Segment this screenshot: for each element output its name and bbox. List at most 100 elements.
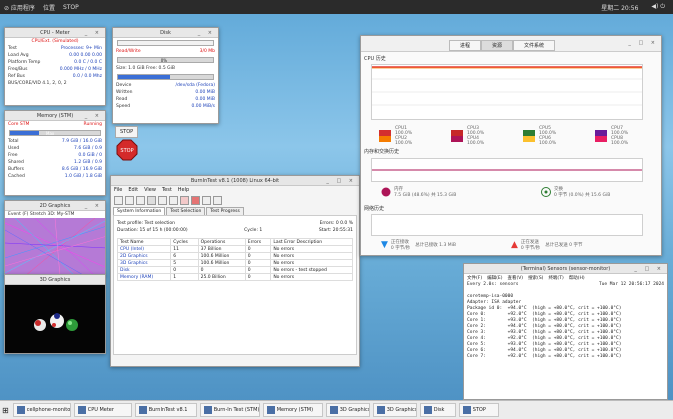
table-cell: 100.6 Million — [197, 252, 246, 260]
cpu-meter-row-value: 0.000 MHz / 0 MHz — [59, 67, 102, 72]
disk-row-key: Read — [116, 97, 128, 102]
taskbar-label: Burn-In Test (STM) — [213, 407, 260, 413]
terminal-menu-item[interactable]: 终端(T) — [548, 275, 563, 281]
cpu-history-title: CPU 历史 — [364, 56, 386, 62]
status-left: Test profile: Test selection — [117, 221, 175, 226]
table-cell: No errors — [270, 245, 353, 253]
taskbar-label: 3D Graphics — [339, 407, 370, 413]
window-controls[interactable]: _ × — [85, 28, 102, 38]
menu-item-edit[interactable]: Edit — [128, 187, 138, 193]
memory-row-key: Free — [8, 153, 18, 158]
help-icon[interactable] — [202, 196, 211, 205]
column-header[interactable]: Cycles — [170, 238, 199, 246]
cpu-color-swatch[interactable] — [523, 136, 535, 142]
terminal-menu-item[interactable]: 编辑(E) — [487, 275, 502, 281]
tab-test-selection[interactable]: Test Selection — [166, 207, 206, 215]
clock[interactable]: 星期二 20:56 — [601, 3, 638, 12]
window-controls[interactable]: _ × — [85, 111, 102, 121]
sysmon-tab[interactable]: 资源 — [481, 40, 514, 51]
table-row[interactable]: Disk 0 0 0 No errors - test stopped — [116, 266, 353, 274]
menu-item-help[interactable]: Help — [178, 187, 189, 193]
disk-select-bar[interactable] — [117, 40, 214, 46]
cpu-meter-row-value: 0.0 C / 0.0 C — [74, 60, 102, 65]
new-icon[interactable] — [114, 196, 123, 205]
taskbar-item[interactable]: Burn-In Test (STM) — [199, 403, 260, 417]
show-desktop-icon[interactable]: ⊞ — [2, 406, 9, 415]
swap-legend: 交换 0 字节 (0.0%) 共 15.6 GiB — [541, 186, 610, 198]
cpu-color-swatch[interactable] — [595, 136, 607, 142]
sending-legend: ▲ 正在发送 0 字节/秒 总计已发送 0 字节 — [511, 239, 582, 251]
tab-test-progress[interactable]: Test Progress — [206, 207, 244, 215]
cpu-legend-label: CPU3 100.0% — [467, 126, 485, 136]
taskbar-item[interactable]: cellphone-monitor — [12, 403, 71, 417]
table-cell: 25.0 Billion — [197, 273, 246, 281]
taskbar-item[interactable]: Memory (STM) — [262, 403, 323, 417]
taskbar-item[interactable]: CPU Meter — [73, 403, 132, 417]
cpu-color-swatch[interactable] — [451, 136, 463, 142]
terminal-output[interactable]: coretemp-isa-0000 Adapter: ISA adapter Pac… — [464, 294, 667, 360]
disk-row: Written 0.00 MiB — [113, 89, 218, 96]
stop-sign-icon[interactable]: STOP — [116, 139, 138, 163]
terminal-menu-item[interactable]: 文件(F) — [467, 275, 482, 281]
column-header[interactable]: Last Error Description — [270, 238, 353, 246]
disk-row-value: 0.00 MiB — [195, 97, 215, 102]
window-controls[interactable]: _ × — [85, 201, 102, 211]
stop-icon[interactable] — [191, 196, 200, 205]
column-header[interactable]: Operations — [197, 238, 246, 246]
window-controls[interactable]: _ □ × — [628, 40, 658, 46]
window-controls[interactable]: _ □ × — [326, 176, 356, 186]
column-header[interactable]: Errors — [244, 238, 272, 246]
terminal-menu-item[interactable]: 帮助(H) — [569, 275, 585, 281]
disk-row-value: 0.00 MiB/s — [191, 104, 215, 109]
cpu-header: CPU/Ext. (Simulated) — [31, 39, 79, 44]
table-row[interactable]: CPU (Intel) 11 37 Billion 0 No errors — [116, 245, 353, 253]
applications-menu[interactable]: ⊘ 应用程序 — [4, 3, 35, 12]
stop-button[interactable]: STOP — [115, 126, 139, 138]
copy-icon[interactable] — [169, 196, 178, 205]
tab-system-information[interactable]: System Information — [113, 207, 166, 215]
cpu-legend-label: CPU7 100.0% — [611, 126, 629, 136]
network-history-graph — [371, 214, 643, 236]
cpu-meter-row: Ref Bus 0.0 / 0.0 Mhz — [5, 73, 105, 80]
places-menu[interactable]: 位置 — [43, 3, 55, 12]
close-icon[interactable] — [147, 196, 156, 205]
column-header[interactable]: Test Name — [116, 238, 172, 246]
menu-item-file[interactable]: File — [114, 187, 122, 193]
sysmon-tab[interactable]: 文件系统 — [513, 40, 556, 51]
save-icon[interactable] — [136, 196, 145, 205]
system-tray[interactable]: ◀) ⏻ — [651, 3, 665, 12]
menu-item-view[interactable]: View — [144, 187, 156, 193]
config-icon[interactable] — [158, 196, 167, 205]
mem-cpu-label: Core STM — [8, 122, 30, 127]
table-row[interactable]: Memory (RAM) 1 25.0 Billion 0 No errors — [116, 273, 353, 281]
sysmon-tab[interactable]: 进程 — [449, 40, 482, 51]
cpu-color-swatch[interactable] — [379, 136, 391, 142]
cpu-legend-item: CPU3 100.0% CPU4 100.0% — [451, 126, 484, 146]
table-cell: 0 — [244, 266, 272, 274]
disk-read-value: 3/0 Mb — [199, 49, 215, 54]
terminal-menu-item[interactable]: 查看(V) — [507, 275, 523, 281]
window-controls[interactable]: _ □ × — [634, 264, 664, 274]
memory-window: Memory (STM) _ × Core STM Running Max Tota… — [4, 110, 106, 196]
taskbar-item[interactable]: 3D Graphics — [372, 403, 417, 417]
window-controls[interactable]: _ × — [198, 28, 215, 38]
cpu-meter-row: Platform Temp 0.0 C / 0.0 C — [5, 59, 105, 66]
test-results-table: Test Name Cycles Operations Errors Last Erro… — [116, 238, 353, 281]
taskbar-item[interactable]: Disk — [419, 403, 456, 417]
terminal-menu-item[interactable]: 搜索(S) — [528, 275, 543, 281]
menu-item-test[interactable]: Test — [162, 187, 172, 193]
stop-launcher[interactable]: STOP — [63, 4, 79, 11]
cpu-legend-sub: CPU4 100.0% — [467, 136, 485, 146]
taskbar-item[interactable]: 3D Graphics — [325, 403, 370, 417]
taskbar-item[interactable]: STOP — [458, 403, 499, 417]
play-icon[interactable] — [180, 196, 189, 205]
table-row[interactable]: 2D Graphics 6 100.6 Million 0 No errors — [116, 252, 353, 260]
app-icon — [376, 406, 385, 414]
open-icon[interactable] — [125, 196, 134, 205]
sysmon-header: 进程 资源 文件系统 _ □ × — [361, 36, 661, 52]
table-row[interactable]: 3D Graphics 5 100.6 Million 0 No errors — [116, 259, 353, 267]
terminal-menu: 文件(F) 编辑(E) 查看(V) 搜索(S) 终端(T) 帮助(H) — [464, 274, 667, 282]
2d-graphics-window: 2D Graphics _ × Event (F) Stretch 3D: My-… — [4, 200, 106, 276]
taskbar-item[interactable]: BurnInTest v8.1 — [134, 403, 197, 417]
wrench-icon[interactable] — [213, 196, 222, 205]
